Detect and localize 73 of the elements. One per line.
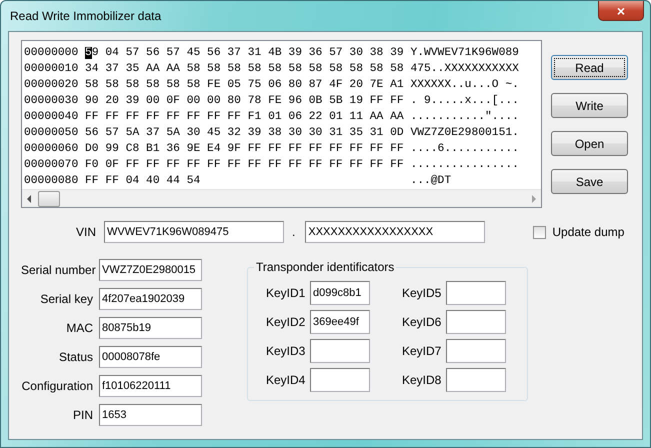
hex-ascii: ...........".... [410, 110, 519, 125]
scrollbar-thumb[interactable] [38, 190, 60, 206]
input-field[interactable]: 4f207ea1902039 [99, 288, 202, 310]
key-label: KeyID5 [402, 286, 442, 300]
hex-ascii: VWZ7Z0E29800151. [410, 126, 519, 141]
hex-bytes: FF FF 04 40 44 54 [85, 174, 202, 189]
key-field[interactable] [446, 281, 506, 305]
field-label: Configuration [21, 379, 93, 393]
key-field[interactable] [446, 310, 506, 334]
key-field[interactable] [446, 368, 506, 392]
hex-view[interactable] [21, 40, 542, 208]
vin-field[interactable]: XXXXXXXXXXXXXXXXX [305, 221, 486, 243]
hex-bytes: 34 37 35 AA AA 58 58 58 58 58 58 58 58 58 58 58 [85, 62, 404, 77]
hex-offset: 00000020 [24, 78, 78, 93]
key-field[interactable] [310, 368, 370, 392]
key-field[interactable] [446, 339, 506, 363]
key-label: KeyID2 [266, 315, 306, 329]
field-label: Serial key [39, 292, 93, 306]
checkbox-label: Update dump [552, 225, 624, 239]
hex-bytes: 58 58 58 58 58 58 FE 05 75 06 80 87 4F 20 7E A1 [85, 78, 404, 93]
hex-bytes: D0 99 C8 B1 36 9E E4 9F FF FF FF FF FF FF FF FF [85, 142, 404, 157]
key-label: KeyID8 [402, 373, 442, 387]
hex-bytes: F0 0F FF FF FF FF FF FF FF FF FF FF FF FF FF FF [85, 158, 404, 173]
hex-offset: 00000030 [24, 94, 78, 109]
hex-offset: 00000080 [24, 174, 78, 189]
hex-offset: 00000040 [24, 110, 78, 125]
hex-bytes: 56 57 5A 37 5A 30 45 32 39 38 30 30 31 35 31 0D [85, 126, 404, 141]
field-label: MAC [65, 321, 93, 335]
field-label: Status [58, 350, 93, 364]
input-field[interactable]: 00008078fe [99, 346, 202, 368]
key-field[interactable]: d099c8b1 [310, 281, 370, 305]
input-field[interactable]: VWZ7Z0E2980015 [99, 259, 202, 281]
hex-ascii: Y.WVWEV71K96W089 [410, 46, 519, 61]
action-button[interactable]: Open [551, 131, 628, 156]
hex-bytes: 59 04 57 56 57 45 56 37 31 4B 39 36 57 30 38 39 [85, 46, 404, 61]
action-button[interactable]: Read [551, 55, 628, 80]
key-field[interactable] [310, 339, 370, 363]
key-label: KeyID7 [402, 344, 442, 358]
hex-ascii: 475..XXXXXXXXXXX [410, 62, 519, 77]
window-title: Read Write Immobilizer data [10, 9, 162, 23]
update-dump-checkbox[interactable] [533, 226, 546, 238]
key-field[interactable]: 369ee49f [310, 310, 370, 334]
key-label: KeyID4 [266, 373, 306, 387]
hex-ascii: ................ [410, 158, 519, 173]
key-label: KeyID1 [266, 286, 306, 300]
hex-ascii: ...@DT [410, 174, 452, 189]
vin-field[interactable]: WVWEV71K96W089475 [104, 221, 284, 243]
vin-label: VIN [76, 225, 96, 239]
field-label: Serial number [21, 263, 93, 277]
key-label: KeyID3 [266, 344, 306, 358]
hex-offset: 00000000 [24, 46, 78, 61]
horizontal-scrollbar[interactable] [22, 189, 541, 207]
hex-bytes: FF FF FF FF FF FF FF FF F1 01 06 22 01 11 AA AA [85, 110, 404, 125]
input-field[interactable]: 80875b19 [99, 317, 202, 339]
input-field[interactable]: 1653 [99, 404, 202, 426]
action-button[interactable]: Write [551, 93, 628, 118]
hex-offset: 00000070 [24, 158, 78, 173]
input-field[interactable]: f10106220111 [99, 375, 202, 397]
group-title: Transponder identificators [254, 260, 396, 274]
hex-ascii: . 9.....x...[... [410, 94, 519, 109]
action-button[interactable]: Save [551, 169, 628, 194]
hex-ascii: XXXXXX..u...O ~. [410, 78, 519, 93]
field-label: PIN [72, 408, 93, 422]
key-label: KeyID6 [402, 315, 442, 329]
hex-bytes: 90 20 39 00 0F 00 00 80 78 FE 96 0B 5B 19 FF FF [85, 94, 404, 109]
scroll-right-icon[interactable] [531, 194, 537, 202]
separator-text: . [292, 225, 296, 239]
hex-offset: 00000010 [24, 62, 78, 77]
hex-ascii: ....6........... [410, 142, 519, 157]
close-button[interactable]: × [598, 1, 644, 21]
hex-offset: 00000060 [24, 142, 78, 157]
scroll-left-icon[interactable] [26, 194, 32, 202]
hex-offset: 00000050 [24, 126, 78, 141]
